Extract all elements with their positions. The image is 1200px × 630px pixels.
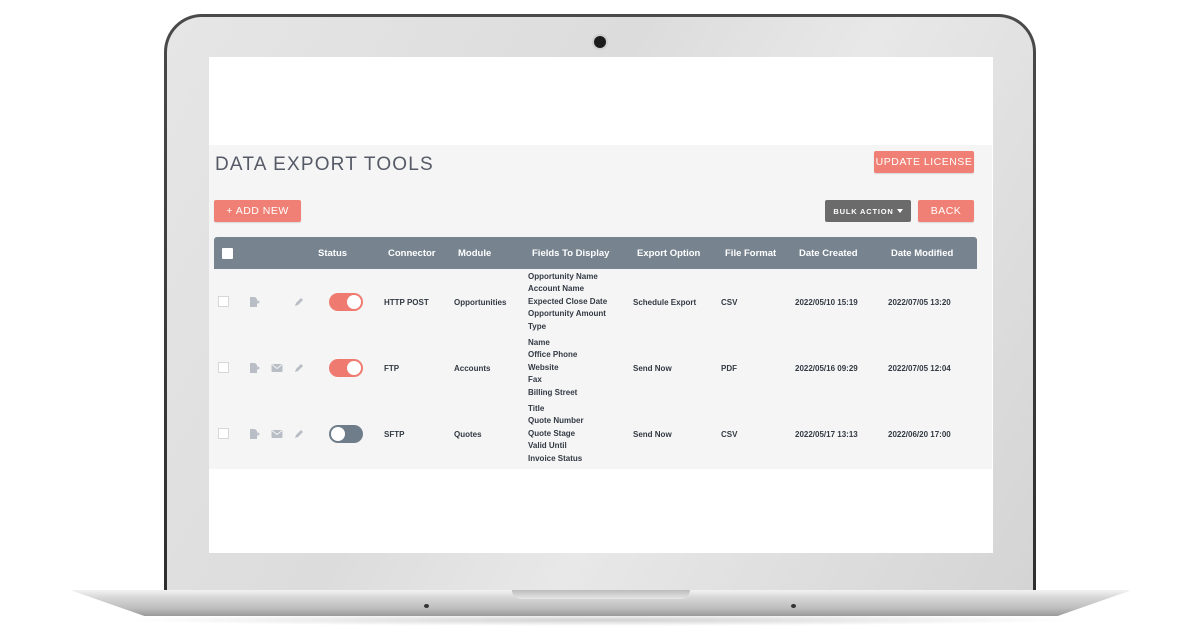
caret-down-icon (896, 209, 903, 213)
field-item: Title (528, 404, 545, 413)
connector-cell: SFTP (384, 429, 405, 439)
table-row: FTP Accounts Send Now PDF 2022/05/16 09:29 20… (214, 335, 977, 401)
date-created-cell: 2022/05/16 09:29 (795, 363, 858, 373)
field-item: Fax (528, 375, 542, 385)
email-icon[interactable] (270, 427, 284, 441)
edit-icon[interactable] (292, 427, 306, 441)
field-item: Expected Close Date (528, 296, 608, 306)
field-item: Invoice Status (528, 453, 583, 463)
bulk-action-button[interactable]: BULK ACTION (825, 200, 911, 222)
add-new-button[interactable]: + ADD NEW (214, 200, 301, 222)
field-item: Type (528, 321, 547, 331)
edit-icon[interactable] (292, 295, 306, 309)
export-icon[interactable] (247, 427, 261, 441)
field-item: Opportunity Name (528, 272, 598, 281)
toggle-knob (347, 361, 361, 375)
column-header-module[interactable]: Module (458, 237, 491, 269)
date-modified-cell: 2022/07/05 13:20 (888, 297, 951, 307)
date-created-cell: 2022/05/10 15:19 (795, 297, 858, 307)
column-header-connector[interactable]: Connector (388, 237, 436, 269)
camera-icon (594, 36, 606, 48)
select-all-checkbox[interactable] (222, 248, 233, 259)
update-license-button[interactable]: UPDATE LICENSE (874, 151, 974, 173)
module-cell: Accounts (454, 363, 491, 373)
connector-cell: HTTP POST (384, 297, 429, 307)
column-header-file-format[interactable]: File Format (725, 237, 776, 269)
page-title: DATA EXPORT TOOLS (215, 154, 434, 175)
fields-list: Title Quote Number Quote Stage Valid Until I… (528, 403, 584, 465)
row-checkbox[interactable] (218, 428, 229, 439)
toggle-knob (331, 427, 345, 441)
field-item: Quote Number (528, 416, 584, 426)
field-item: Office Phone (528, 350, 578, 360)
table-header: Status Connector Module Fields To Displa… (214, 237, 977, 269)
status-toggle[interactable] (329, 293, 363, 311)
column-header-date-modified[interactable]: Date Modified (891, 237, 953, 269)
column-header-fields[interactable]: Fields To Display (532, 237, 609, 269)
laptop-foot (791, 604, 796, 608)
laptop-notch (512, 590, 690, 599)
row-checkbox[interactable] (218, 362, 229, 373)
field-item: Billing Street (528, 387, 578, 397)
file-format-cell: CSV (721, 429, 738, 439)
toggle-knob (347, 295, 361, 309)
module-cell: Opportunities (454, 297, 507, 307)
file-format-cell: PDF (721, 363, 737, 373)
table-row: SFTP Quotes Send Now CSV 2022/05/17 13:13 202… (214, 401, 977, 467)
export-option-cell: Send Now (633, 429, 672, 439)
back-button[interactable]: BACK (918, 200, 974, 222)
export-icon[interactable] (247, 295, 261, 309)
table-body: HTTP POST Opportunities Schedule Export CSV… (214, 269, 977, 467)
laptop-foot (424, 604, 429, 608)
screen: DATA EXPORT TOOLS UPDATE LICENSE + ADD N… (209, 57, 993, 553)
status-toggle[interactable] (329, 425, 363, 443)
export-icon[interactable] (247, 361, 261, 375)
field-item: Account Name (528, 284, 585, 294)
date-modified-cell: 2022/07/05 12:04 (888, 363, 951, 373)
table-row: HTTP POST Opportunities Schedule Export CSV… (214, 269, 977, 335)
connector-cell: FTP (384, 363, 400, 373)
field-item: Name (528, 338, 550, 347)
fields-list: Opportunity Name Account Name Expected Clo… (528, 271, 607, 333)
bulk-action-label: BULK ACTION (833, 206, 894, 216)
column-header-date-created[interactable]: Date Created (799, 237, 858, 269)
field-item: Valid Until (528, 441, 567, 451)
field-item: Opportunity Amount (528, 309, 606, 319)
column-header-export-option[interactable]: Export Option (637, 237, 700, 269)
export-table: Status Connector Module Fields To Displa… (214, 237, 977, 467)
field-item: Website (528, 362, 559, 372)
edit-icon[interactable] (292, 361, 306, 375)
status-toggle[interactable] (329, 359, 363, 377)
date-created-cell: 2022/05/17 13:13 (795, 429, 858, 439)
export-option-cell: Schedule Export (633, 297, 697, 307)
date-modified-cell: 2022/06/20 17:00 (888, 429, 951, 439)
row-checkbox[interactable] (218, 296, 229, 307)
field-item: Quote Stage (528, 428, 576, 438)
module-cell: Quotes (454, 429, 482, 439)
export-option-cell: Send Now (633, 363, 672, 373)
column-header-status[interactable]: Status (318, 237, 347, 269)
app-panel: DATA EXPORT TOOLS UPDATE LICENSE + ADD N… (209, 145, 992, 469)
file-format-cell: CSV (721, 297, 738, 307)
fields-list: Name Office Phone Website Fax Billing Street (528, 337, 577, 399)
email-icon[interactable] (270, 361, 284, 375)
